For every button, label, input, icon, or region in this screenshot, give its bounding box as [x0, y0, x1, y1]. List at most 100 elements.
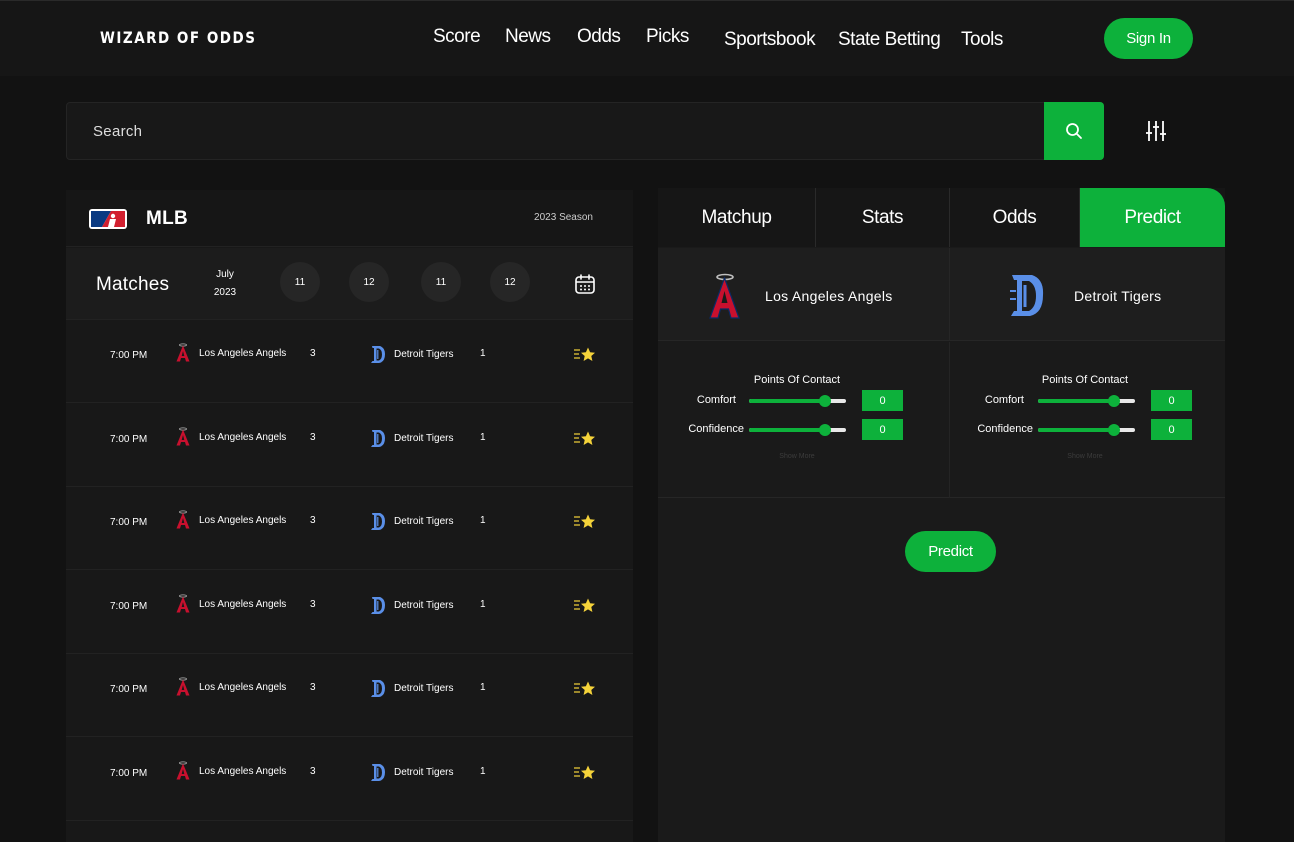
team-b-name: Detroit Tigers [394, 432, 454, 444]
search-input[interactable] [67, 103, 1045, 159]
match-row[interactable]: 7:00 PM Los Angeles Angels 3 Detroit Tigers… [66, 570, 633, 654]
nav-odds[interactable]: Odds [577, 26, 621, 48]
tab-odds[interactable]: Odds [950, 188, 1080, 247]
nav-tools[interactable]: Tools [961, 29, 1003, 51]
points-of-contact-area: Points Of Contact Comfort 0 Confidence 0… [658, 342, 1225, 498]
comfort-label: Comfort [696, 394, 736, 406]
slider-fill [749, 399, 825, 403]
team-a-name: Los Angeles Angels [199, 348, 287, 359]
divider [949, 342, 950, 498]
show-more-link[interactable]: Show More [1045, 453, 1125, 460]
team-a-score: 3 [310, 598, 316, 610]
favorite-star-icon[interactable] [574, 764, 596, 782]
team-a-name: Los Angeles Angels [765, 288, 893, 304]
slider-thumb[interactable] [1107, 395, 1120, 407]
team-b-score: 1 [480, 682, 486, 693]
comfort-value[interactable]: 0 [862, 390, 903, 411]
tigers-logo-icon [371, 680, 385, 697]
slider-fill [749, 428, 825, 432]
game-detail-panel: Matchup Stats Odds Predict Los Angeles A… [658, 188, 1225, 842]
tigers-logo-icon [371, 513, 385, 530]
nav-score[interactable]: Score [433, 26, 481, 48]
team-a-name: Los Angeles Angels [199, 765, 287, 777]
match-row[interactable]: 7:00 PM Los Angeles Angels 3 Detroit Tigers… [66, 403, 633, 487]
points-of-contact-title: Points Of Contact [753, 374, 841, 386]
team-a-score: 3 [310, 348, 316, 359]
search-icon [1066, 123, 1082, 139]
slider-thumb[interactable] [818, 395, 831, 407]
nav-sportsbook[interactable]: Sportsbook [724, 29, 816, 51]
slider-fill [1038, 399, 1114, 403]
team-a-name: Los Angeles Angels [199, 682, 287, 693]
top-navbar: WIZARD OF ODDS Score News Odds Picks Spo… [0, 0, 1294, 76]
comfort-value[interactable]: 0 [1151, 390, 1192, 411]
team-b-score: 1 [480, 598, 486, 610]
matchup-teams: Los Angeles Angels Detroit Tigers [658, 248, 1225, 341]
team-a-score: 3 [310, 682, 316, 693]
day-button[interactable]: 12 [349, 262, 389, 302]
search-button[interactable] [1044, 102, 1104, 160]
team-b-score: 1 [480, 765, 486, 777]
team-b-score: 1 [480, 515, 486, 526]
mlb-logo-icon [89, 209, 127, 229]
angels-logo-icon [176, 593, 190, 612]
angels-logo-icon [176, 677, 190, 696]
calendar-icon[interactable] [574, 273, 596, 295]
nav-state-betting[interactable]: State Betting [838, 29, 941, 51]
comfort-slider[interactable] [749, 395, 846, 407]
favorite-star-icon[interactable] [574, 346, 596, 364]
nav-picks[interactable]: Picks [646, 26, 689, 48]
confidence-label: Confidence [977, 423, 1033, 435]
comfort-slider[interactable] [1038, 395, 1135, 407]
confidence-value[interactable]: 0 [1151, 419, 1192, 440]
day-button[interactable]: 11 [280, 262, 320, 302]
tab-predict[interactable]: Predict [1080, 188, 1225, 247]
day-button[interactable]: 12 [490, 262, 530, 302]
slider-thumb[interactable] [1107, 424, 1120, 436]
tigers-logo-icon [371, 596, 385, 614]
favorite-star-icon[interactable] [574, 597, 596, 615]
team-a-score: 3 [310, 765, 316, 777]
month-year: July 2023 [213, 266, 237, 302]
matches-title: Matches [96, 274, 170, 295]
confidence-value[interactable]: 0 [862, 419, 903, 440]
league-header: MLB 2023 Season [66, 190, 633, 247]
confidence-slider[interactable] [749, 424, 846, 436]
favorite-star-icon[interactable] [574, 680, 596, 698]
team-a-name: Los Angeles Angels [199, 598, 287, 610]
team-b-score: 1 [480, 348, 486, 359]
favorite-star-icon[interactable] [574, 513, 596, 531]
slider-thumb[interactable] [818, 424, 831, 436]
match-row[interactable]: 7:00 PM Los Angeles Angels 3 Detroit Tigers… [66, 487, 633, 570]
day-button[interactable]: 11 [421, 262, 461, 302]
filter-sliders-icon[interactable] [1144, 119, 1168, 143]
confidence-label: Confidence [688, 423, 744, 435]
match-time: 7:00 PM [110, 350, 148, 361]
match-time: 7:00 PM [110, 600, 148, 612]
predict-button[interactable]: Predict [905, 531, 996, 572]
matches-date-bar: Matches July 2023 11 12 11 12 [66, 248, 633, 320]
league-name: MLB [146, 208, 189, 229]
show-more-link[interactable]: Show More [757, 453, 837, 460]
tab-stats[interactable]: Stats [816, 188, 950, 247]
match-time: 7:00 PM [110, 433, 148, 445]
match-row[interactable]: 7:00 PM Los Angeles Angels 3 Detroit Tigers… [66, 737, 633, 821]
favorite-star-icon[interactable] [574, 430, 596, 448]
angels-logo-icon [176, 510, 190, 529]
team-b-name: Detroit Tigers [394, 349, 454, 360]
tab-matchup[interactable]: Matchup [658, 188, 816, 247]
match-row[interactable]: 7:00 PM Los Angeles Angels 3 Detroit Tigers… [66, 320, 633, 403]
match-row[interactable]: 7:00 PM Los Angeles Angels 3 Detroit Tigers… [66, 654, 633, 737]
angels-logo-icon [709, 273, 740, 319]
divider [949, 248, 950, 341]
nav-news[interactable]: News [505, 26, 551, 48]
month-label: July [216, 269, 234, 280]
site-logo[interactable]: WIZARD OF ODDS [100, 29, 256, 48]
sign-in-button[interactable]: Sign In [1104, 18, 1193, 59]
matches-panel: MLB 2023 Season Matches July 2023 11 12 … [66, 190, 633, 842]
season-label[interactable]: 2023 Season [534, 212, 593, 223]
team-b-name: Detroit Tigers [394, 599, 454, 611]
detail-tabs: Matchup Stats Odds Predict [658, 188, 1225, 247]
team-a-score: 3 [310, 515, 316, 526]
confidence-slider[interactable] [1038, 424, 1135, 436]
